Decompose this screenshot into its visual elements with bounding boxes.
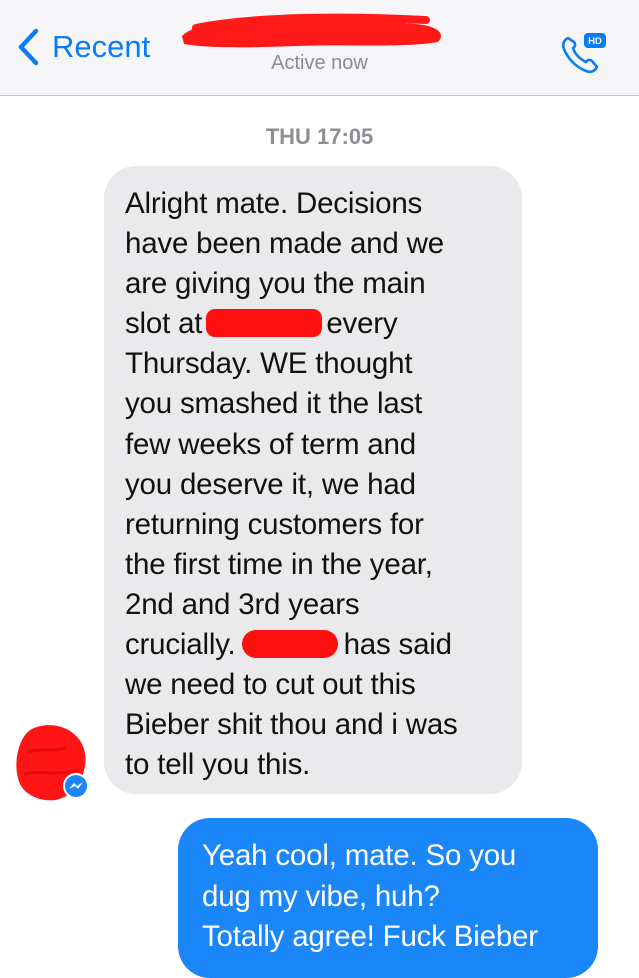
- message-line: to tell you this.: [125, 748, 311, 782]
- message-text: slot at: [125, 307, 203, 341]
- chat-header: Recent Active now HD: [0, 0, 639, 96]
- message-line: Yeah cool, mate. So you: [202, 839, 517, 872]
- message-line: have been made and we: [125, 227, 444, 261]
- message-text: has said: [343, 628, 452, 662]
- message-line: Totally agree! Fuck Bieber: [202, 920, 538, 953]
- message-line: Thursday. WE thought: [125, 347, 413, 381]
- incoming-message-bubble[interactable]: Alright mate. Decisions have been made a…: [104, 166, 522, 794]
- message-line: Bieber shit thou and i was: [125, 708, 458, 742]
- active-status: Active now: [271, 52, 368, 74]
- hd-badge: HD: [588, 36, 602, 47]
- message-line: Alright mate. Decisions: [125, 187, 423, 220]
- messenger-icon: [63, 773, 89, 799]
- message-line: 2nd and 3rd years: [125, 587, 360, 621]
- message-line-with-redaction: slot at every: [125, 304, 502, 344]
- message-line: few weeks of term and: [125, 427, 416, 461]
- message-line: are giving you the main: [125, 267, 426, 301]
- redacted-contact-name: [182, 13, 442, 48]
- message-line: returning customers for: [125, 507, 424, 541]
- message-line: dug my vibe, huh?: [202, 879, 440, 913]
- message-text: every: [326, 307, 398, 341]
- message-line: you smashed it the last: [125, 387, 423, 421]
- message-text: crucially.: [125, 628, 236, 662]
- message-line: we need to cut out this: [125, 668, 416, 702]
- message-line: the first time in the year,: [125, 547, 433, 581]
- outgoing-message-bubble[interactable]: Yeah cool, mate. So you dug my vibe, huh…: [178, 818, 598, 978]
- message-timestamp: THU 17:05: [265, 124, 374, 149]
- redacted-person-name: [241, 630, 338, 659]
- message-line-with-redaction: crucially. has said: [125, 625, 502, 665]
- phone-icon[interactable]: HD: [556, 28, 610, 76]
- message-line: you deserve it, we had: [125, 467, 416, 501]
- redacted-venue-name: [206, 309, 323, 338]
